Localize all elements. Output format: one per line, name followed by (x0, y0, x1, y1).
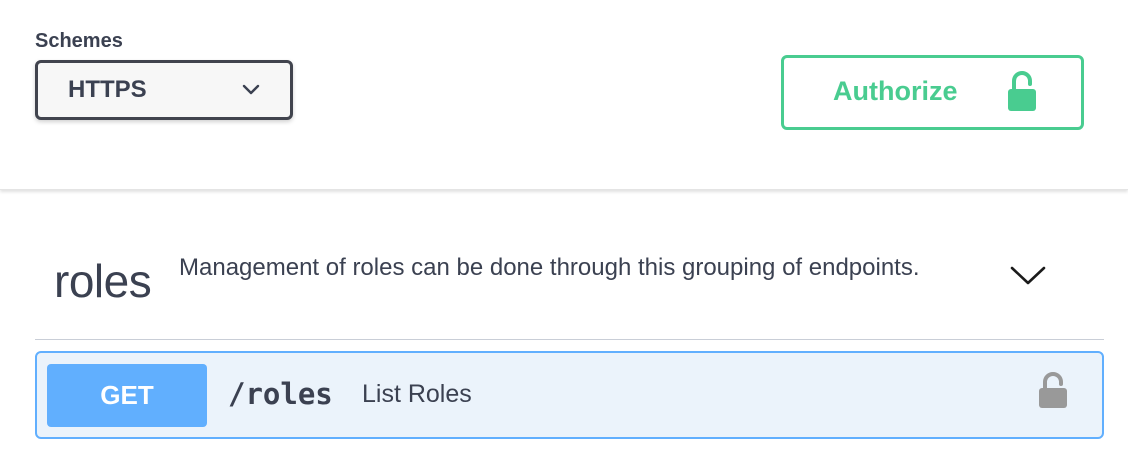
operation-summary: List Roles (362, 380, 472, 408)
schemes-select[interactable]: HTTPS (35, 60, 293, 120)
tag-section-roles[interactable]: roles Management of roles can be done th… (35, 230, 1104, 340)
operation-path: /roles (228, 377, 333, 411)
authorize-button[interactable]: Authorize (781, 55, 1084, 130)
chevron-down-icon (242, 84, 260, 96)
tag-name: roles (54, 255, 152, 307)
operation-get-roles[interactable]: GET /roles List Roles (35, 351, 1104, 439)
schemes-label: Schemes (35, 30, 123, 52)
method-badge: GET (47, 364, 207, 427)
authorize-label: Authorize (833, 76, 958, 106)
lock-icon (1006, 71, 1038, 118)
scheme-container: Schemes HTTPS Authorize (0, 0, 1128, 190)
lock-icon[interactable] (1037, 372, 1069, 415)
schemes-selected-value: HTTPS (68, 76, 147, 103)
chevron-down-icon[interactable] (1009, 264, 1047, 293)
tag-description: Management of roles can be done through … (179, 254, 920, 281)
